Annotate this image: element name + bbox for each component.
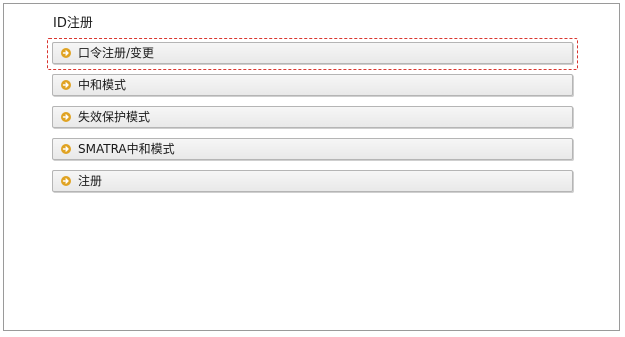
page-title: ID注册 xyxy=(53,16,93,31)
menu-item-smatra-neutral-mode[interactable]: SMATRA中和模式 xyxy=(52,138,573,160)
menu-item-password-registration[interactable]: 口令注册/变更 xyxy=(52,42,573,64)
arrow-right-circle-icon xyxy=(61,80,71,90)
arrow-right-circle-icon xyxy=(61,112,71,122)
menu-item-label: 失效保护模式 xyxy=(78,110,151,124)
menu-item-neutral-mode[interactable]: 中和模式 xyxy=(52,74,573,96)
menu-item-failsafe-mode[interactable]: 失效保护模式 xyxy=(52,106,573,128)
menu-item-label: SMATRA中和模式 xyxy=(78,142,175,156)
menu-item-label: 中和模式 xyxy=(78,78,127,92)
menu-item-label: 注册 xyxy=(78,174,103,188)
arrow-right-circle-icon xyxy=(61,48,71,58)
menu-list: 口令注册/变更 中和模式 失效保护模式 SMATRA中和模式 注册 xyxy=(52,42,573,202)
menu-item-register[interactable]: 注册 xyxy=(52,170,573,192)
arrow-right-circle-icon xyxy=(61,176,71,186)
menu-item-label: 口令注册/变更 xyxy=(78,46,155,60)
arrow-right-circle-icon xyxy=(61,144,71,154)
